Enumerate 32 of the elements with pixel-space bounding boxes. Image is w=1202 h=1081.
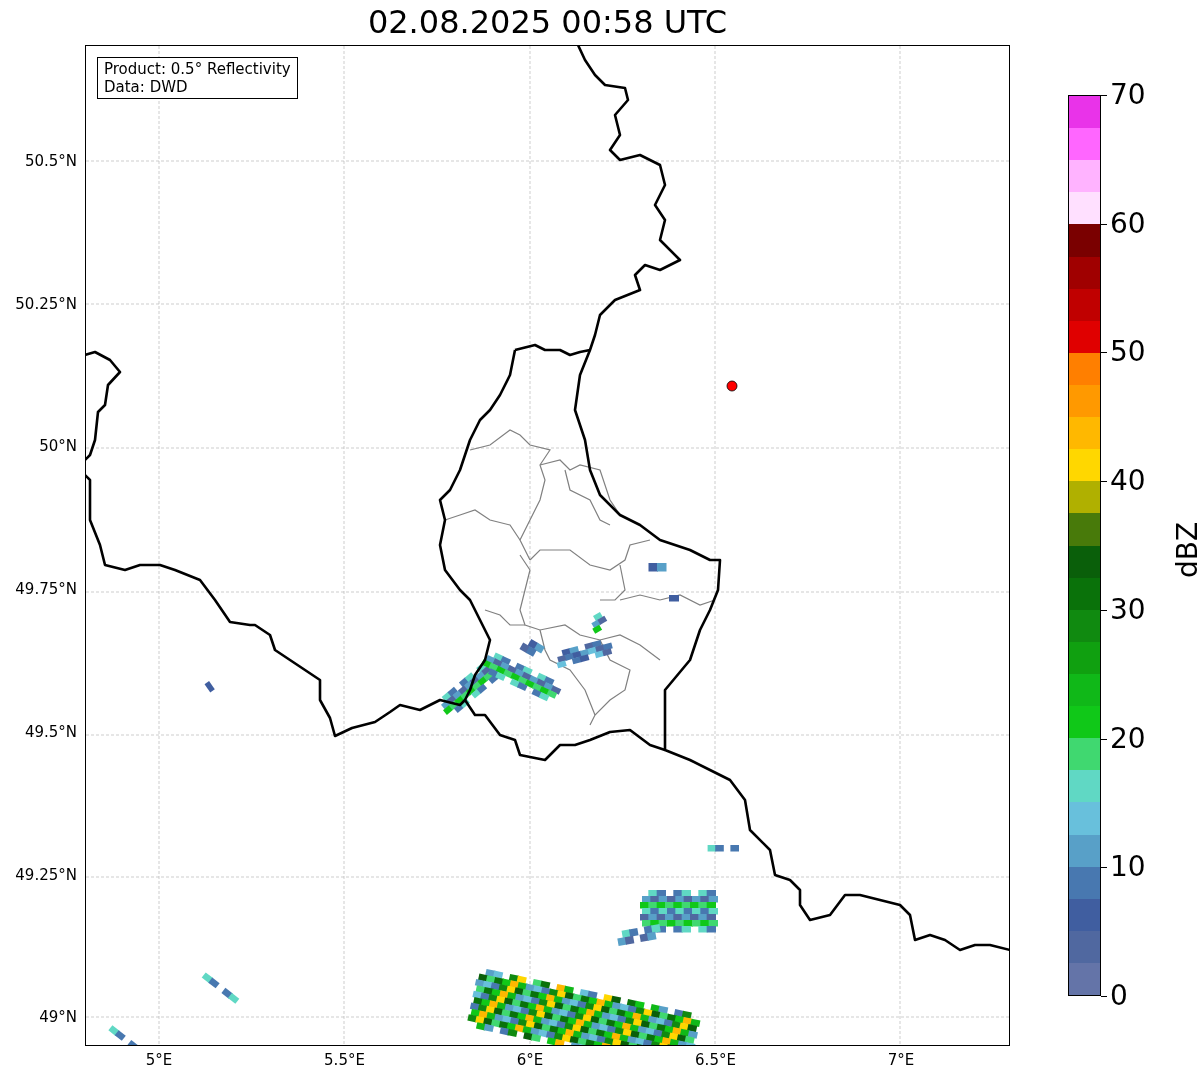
latitude-label: 50.25°N — [15, 294, 77, 313]
colorbar-tick-label: 40 — [1110, 465, 1146, 498]
colorbar-tick-label: 10 — [1110, 851, 1146, 884]
map-title: 02.08.2025 00:58 UTC — [366, 2, 729, 43]
longitude-label: 6°E — [516, 1051, 544, 1069]
colorbar-tick-label: 20 — [1110, 722, 1146, 755]
radar-echo — [707, 845, 739, 852]
info-text: Data: DWD — [104, 78, 189, 96]
latitude-label: 50.5°N — [24, 152, 77, 170]
latitude-label: 50°N — [39, 437, 77, 456]
colorbar-tick-label: 0 — [1110, 980, 1128, 1012]
latitude-label: 49.75°N — [15, 580, 77, 599]
radar-site-marker — [726, 380, 738, 392]
radar-echo — [648, 563, 667, 572]
longitude-label: 6.5°E — [695, 1051, 736, 1069]
latitude-label: 49°N — [39, 1008, 77, 1027]
radar-echo — [108, 1025, 139, 1045]
colorbar-label: dBZ — [1170, 520, 1202, 580]
colorbar-tick-label: 50 — [1110, 336, 1146, 369]
latitude-label: 49.25°N — [15, 865, 77, 884]
colorbar-tick-label: 30 — [1110, 593, 1146, 626]
info-text: Product: 0.5° Reflectivity — [104, 60, 291, 78]
radar-echo — [204, 681, 215, 693]
radar-echo — [669, 595, 679, 602]
longitude-label: 5°E — [145, 1051, 173, 1069]
latitude-label: 49.5°N — [24, 722, 77, 741]
radar-echo — [201, 972, 240, 1004]
colorbar-tick-label: 70 — [1110, 79, 1146, 111]
colorbar-tick-label: 60 — [1110, 207, 1146, 240]
radar-echo — [591, 612, 608, 634]
longitude-label: 7°E — [887, 1051, 915, 1069]
longitude-label: 5.5°E — [324, 1051, 365, 1069]
